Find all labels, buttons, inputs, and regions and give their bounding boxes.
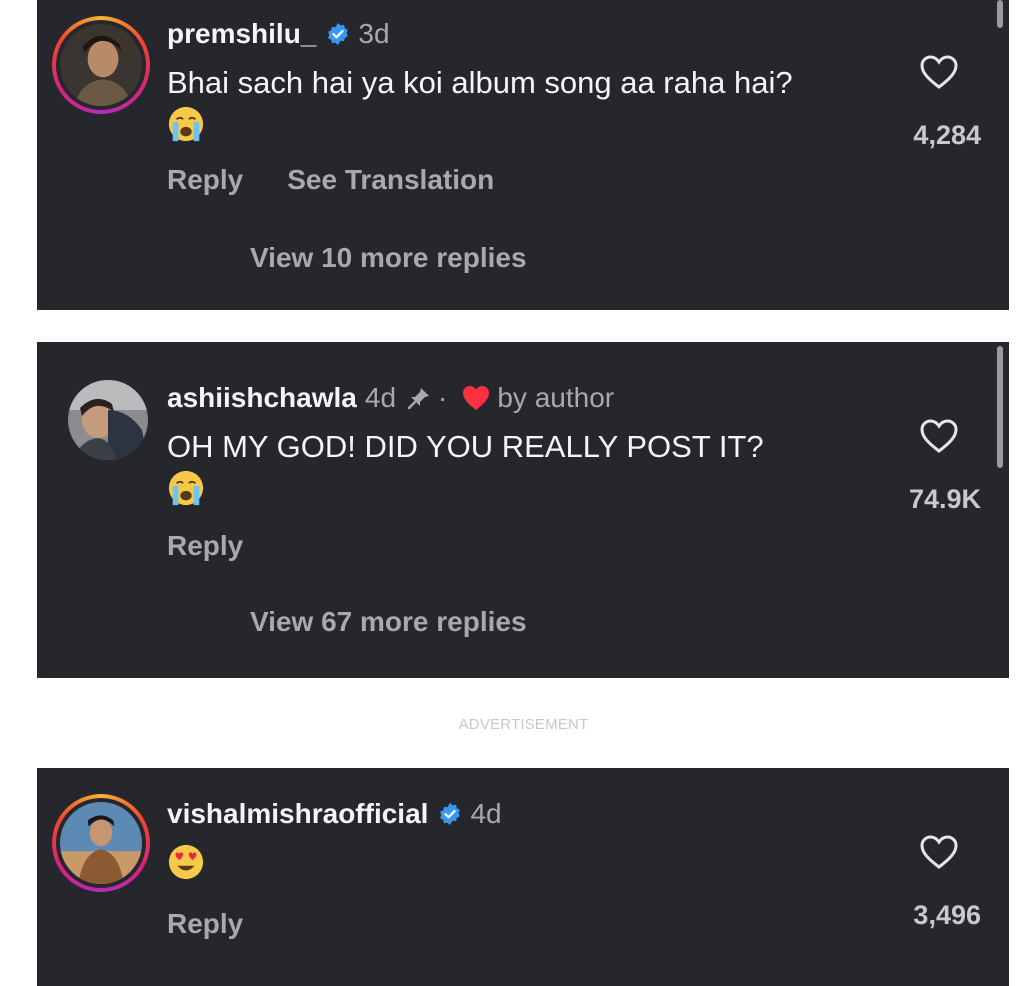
by-author-label: by author [497,382,615,413]
like-heart-icon[interactable] [919,834,959,870]
comment-card: ashiishchawla 4d · by author OH MY GOD! … [37,342,1009,678]
avatar[interactable] [52,794,150,892]
avatar-photo [68,380,148,460]
comment-age: 3d [358,18,390,49]
comment-card: premshilu_ 3d Bhai sach hai ya koi album… [37,0,1009,310]
like-count: 3,496 [913,900,981,930]
separator-dot: · [438,382,448,413]
comment-body: Bhai sach hai ya koi album song aa raha … [167,65,793,100]
view-more-replies-button[interactable]: View 67 more replies [250,606,527,638]
like-heart-icon[interactable] [919,418,959,454]
reply-button[interactable]: Reply [167,908,243,940]
crying-face-emoji [168,106,204,142]
username[interactable]: ashiishchawla [167,382,357,414]
avatar-photo [60,24,142,106]
avatar-photo [60,802,142,884]
view-more-replies-button[interactable]: View 10 more replies [250,242,527,274]
comment-actions: Reply [167,908,243,940]
avatar[interactable] [68,380,148,460]
reply-button[interactable]: Reply [167,530,243,562]
comment-actions: Reply [167,530,243,562]
comment-age: 4d [364,382,397,413]
heart-eyes-emoji [168,844,204,880]
like-count: 4,284 [913,120,981,150]
comment-card: vishalmishraofficial 4d Reply 3,496 [37,768,1009,986]
advertisement-label: ADVERTISEMENT [458,716,589,733]
comment-age: 4d [470,798,502,829]
like-count: 74.9K [908,484,981,514]
comment-text: OH MY GOD! DID YOU REALLY POST IT? [167,426,827,510]
scrollbar[interactable] [997,0,1003,28]
comment-text [167,842,827,884]
crying-face-emoji [168,470,204,506]
scrollbar[interactable] [997,346,1003,468]
username[interactable]: premshilu_ [167,18,316,50]
verified-badge-icon [328,23,349,45]
author-liked-heart-icon [463,386,490,410]
pin-icon [407,388,430,410]
comment-actions: Reply See Translation [167,164,494,196]
reply-button[interactable]: Reply [167,164,243,196]
see-translation-button[interactable]: See Translation [287,164,494,196]
like-heart-icon[interactable] [919,54,959,90]
comment-body: OH MY GOD! DID YOU REALLY POST IT? [167,429,764,464]
comment-header: vishalmishraofficial 4d [167,798,502,830]
verified-badge-icon [440,803,461,825]
comment-header: premshilu_ 3d [167,18,390,50]
avatar[interactable] [52,16,150,114]
username[interactable]: vishalmishraofficial [167,798,428,830]
comment-header: ashiishchawla 4d · by author [167,382,614,414]
comment-text: Bhai sach hai ya koi album song aa raha … [167,62,827,146]
